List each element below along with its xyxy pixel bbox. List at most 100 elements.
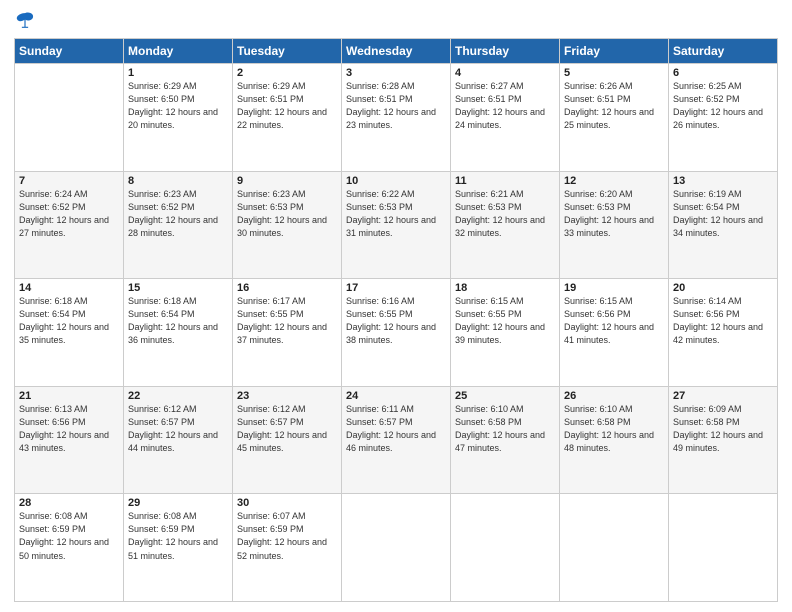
day-number: 27 — [673, 390, 773, 402]
weekday-header-tuesday: Tuesday — [233, 39, 342, 64]
calendar-cell: 1Sunrise: 6:29 AMSunset: 6:50 PMDaylight… — [124, 64, 233, 172]
day-info: Sunrise: 6:09 AMSunset: 6:58 PMDaylight:… — [673, 403, 773, 455]
day-number: 24 — [346, 390, 446, 402]
day-info: Sunrise: 6:29 AMSunset: 6:51 PMDaylight:… — [237, 80, 337, 132]
calendar-cell: 24Sunrise: 6:11 AMSunset: 6:57 PMDayligh… — [342, 386, 451, 494]
day-info: Sunrise: 6:23 AMSunset: 6:52 PMDaylight:… — [128, 188, 228, 240]
weekday-header-friday: Friday — [560, 39, 669, 64]
weekday-header-monday: Monday — [124, 39, 233, 64]
day-info: Sunrise: 6:22 AMSunset: 6:53 PMDaylight:… — [346, 188, 446, 240]
day-number: 7 — [19, 175, 119, 187]
calendar-cell: 29Sunrise: 6:08 AMSunset: 6:59 PMDayligh… — [124, 494, 233, 602]
day-number: 1 — [128, 67, 228, 79]
weekday-header-wednesday: Wednesday — [342, 39, 451, 64]
calendar-week-1: 1Sunrise: 6:29 AMSunset: 6:50 PMDaylight… — [15, 64, 778, 172]
calendar-week-2: 7Sunrise: 6:24 AMSunset: 6:52 PMDaylight… — [15, 171, 778, 279]
calendar-cell: 4Sunrise: 6:27 AMSunset: 6:51 PMDaylight… — [451, 64, 560, 172]
day-number: 13 — [673, 175, 773, 187]
day-info: Sunrise: 6:16 AMSunset: 6:55 PMDaylight:… — [346, 295, 446, 347]
calendar-cell: 18Sunrise: 6:15 AMSunset: 6:55 PMDayligh… — [451, 279, 560, 387]
day-info: Sunrise: 6:19 AMSunset: 6:54 PMDaylight:… — [673, 188, 773, 240]
calendar-cell — [669, 494, 778, 602]
calendar-cell: 22Sunrise: 6:12 AMSunset: 6:57 PMDayligh… — [124, 386, 233, 494]
day-number: 18 — [455, 282, 555, 294]
day-info: Sunrise: 6:10 AMSunset: 6:58 PMDaylight:… — [564, 403, 664, 455]
calendar-cell: 8Sunrise: 6:23 AMSunset: 6:52 PMDaylight… — [124, 171, 233, 279]
day-info: Sunrise: 6:12 AMSunset: 6:57 PMDaylight:… — [128, 403, 228, 455]
day-number: 15 — [128, 282, 228, 294]
calendar-cell: 5Sunrise: 6:26 AMSunset: 6:51 PMDaylight… — [560, 64, 669, 172]
day-number: 21 — [19, 390, 119, 402]
weekday-header-saturday: Saturday — [669, 39, 778, 64]
logo — [14, 10, 40, 32]
day-number: 11 — [455, 175, 555, 187]
day-info: Sunrise: 6:18 AMSunset: 6:54 PMDaylight:… — [19, 295, 119, 347]
calendar-cell: 17Sunrise: 6:16 AMSunset: 6:55 PMDayligh… — [342, 279, 451, 387]
day-number: 9 — [237, 175, 337, 187]
day-number: 20 — [673, 282, 773, 294]
calendar-cell: 12Sunrise: 6:20 AMSunset: 6:53 PMDayligh… — [560, 171, 669, 279]
calendar-cell: 2Sunrise: 6:29 AMSunset: 6:51 PMDaylight… — [233, 64, 342, 172]
day-info: Sunrise: 6:08 AMSunset: 6:59 PMDaylight:… — [128, 510, 228, 562]
day-info: Sunrise: 6:20 AMSunset: 6:53 PMDaylight:… — [564, 188, 664, 240]
day-info: Sunrise: 6:27 AMSunset: 6:51 PMDaylight:… — [455, 80, 555, 132]
calendar-cell: 15Sunrise: 6:18 AMSunset: 6:54 PMDayligh… — [124, 279, 233, 387]
weekday-header-row: SundayMondayTuesdayWednesdayThursdayFrid… — [15, 39, 778, 64]
day-info: Sunrise: 6:15 AMSunset: 6:55 PMDaylight:… — [455, 295, 555, 347]
day-info: Sunrise: 6:26 AMSunset: 6:51 PMDaylight:… — [564, 80, 664, 132]
calendar-cell: 28Sunrise: 6:08 AMSunset: 6:59 PMDayligh… — [15, 494, 124, 602]
calendar-cell: 14Sunrise: 6:18 AMSunset: 6:54 PMDayligh… — [15, 279, 124, 387]
day-number: 17 — [346, 282, 446, 294]
calendar-cell: 26Sunrise: 6:10 AMSunset: 6:58 PMDayligh… — [560, 386, 669, 494]
calendar-cell: 7Sunrise: 6:24 AMSunset: 6:52 PMDaylight… — [15, 171, 124, 279]
calendar-cell — [342, 494, 451, 602]
day-info: Sunrise: 6:17 AMSunset: 6:55 PMDaylight:… — [237, 295, 337, 347]
day-number: 22 — [128, 390, 228, 402]
day-info: Sunrise: 6:13 AMSunset: 6:56 PMDaylight:… — [19, 403, 119, 455]
calendar-cell: 16Sunrise: 6:17 AMSunset: 6:55 PMDayligh… — [233, 279, 342, 387]
weekday-header-sunday: Sunday — [15, 39, 124, 64]
calendar-cell: 23Sunrise: 6:12 AMSunset: 6:57 PMDayligh… — [233, 386, 342, 494]
day-info: Sunrise: 6:07 AMSunset: 6:59 PMDaylight:… — [237, 510, 337, 562]
day-info: Sunrise: 6:28 AMSunset: 6:51 PMDaylight:… — [346, 80, 446, 132]
day-number: 26 — [564, 390, 664, 402]
calendar-cell — [451, 494, 560, 602]
day-number: 4 — [455, 67, 555, 79]
calendar-cell: 21Sunrise: 6:13 AMSunset: 6:56 PMDayligh… — [15, 386, 124, 494]
page-header — [14, 10, 778, 32]
calendar-cell: 20Sunrise: 6:14 AMSunset: 6:56 PMDayligh… — [669, 279, 778, 387]
day-number: 14 — [19, 282, 119, 294]
calendar-cell: 9Sunrise: 6:23 AMSunset: 6:53 PMDaylight… — [233, 171, 342, 279]
calendar-cell: 11Sunrise: 6:21 AMSunset: 6:53 PMDayligh… — [451, 171, 560, 279]
day-info: Sunrise: 6:21 AMSunset: 6:53 PMDaylight:… — [455, 188, 555, 240]
calendar-cell: 6Sunrise: 6:25 AMSunset: 6:52 PMDaylight… — [669, 64, 778, 172]
calendar-cell: 27Sunrise: 6:09 AMSunset: 6:58 PMDayligh… — [669, 386, 778, 494]
day-info: Sunrise: 6:25 AMSunset: 6:52 PMDaylight:… — [673, 80, 773, 132]
day-number: 16 — [237, 282, 337, 294]
day-info: Sunrise: 6:18 AMSunset: 6:54 PMDaylight:… — [128, 295, 228, 347]
day-info: Sunrise: 6:23 AMSunset: 6:53 PMDaylight:… — [237, 188, 337, 240]
calendar-cell: 13Sunrise: 6:19 AMSunset: 6:54 PMDayligh… — [669, 171, 778, 279]
day-number: 10 — [346, 175, 446, 187]
calendar-week-4: 21Sunrise: 6:13 AMSunset: 6:56 PMDayligh… — [15, 386, 778, 494]
day-number: 29 — [128, 497, 228, 509]
calendar-cell: 3Sunrise: 6:28 AMSunset: 6:51 PMDaylight… — [342, 64, 451, 172]
logo-bird-icon — [14, 10, 36, 32]
day-number: 12 — [564, 175, 664, 187]
calendar-cell — [15, 64, 124, 172]
day-number: 3 — [346, 67, 446, 79]
day-number: 30 — [237, 497, 337, 509]
day-number: 23 — [237, 390, 337, 402]
calendar-cell: 10Sunrise: 6:22 AMSunset: 6:53 PMDayligh… — [342, 171, 451, 279]
calendar-cell: 30Sunrise: 6:07 AMSunset: 6:59 PMDayligh… — [233, 494, 342, 602]
day-info: Sunrise: 6:10 AMSunset: 6:58 PMDaylight:… — [455, 403, 555, 455]
day-info: Sunrise: 6:24 AMSunset: 6:52 PMDaylight:… — [19, 188, 119, 240]
calendar-cell: 25Sunrise: 6:10 AMSunset: 6:58 PMDayligh… — [451, 386, 560, 494]
day-info: Sunrise: 6:15 AMSunset: 6:56 PMDaylight:… — [564, 295, 664, 347]
day-info: Sunrise: 6:29 AMSunset: 6:50 PMDaylight:… — [128, 80, 228, 132]
day-number: 25 — [455, 390, 555, 402]
calendar-table: SundayMondayTuesdayWednesdayThursdayFrid… — [14, 38, 778, 602]
calendar-cell: 19Sunrise: 6:15 AMSunset: 6:56 PMDayligh… — [560, 279, 669, 387]
day-number: 19 — [564, 282, 664, 294]
calendar-week-3: 14Sunrise: 6:18 AMSunset: 6:54 PMDayligh… — [15, 279, 778, 387]
